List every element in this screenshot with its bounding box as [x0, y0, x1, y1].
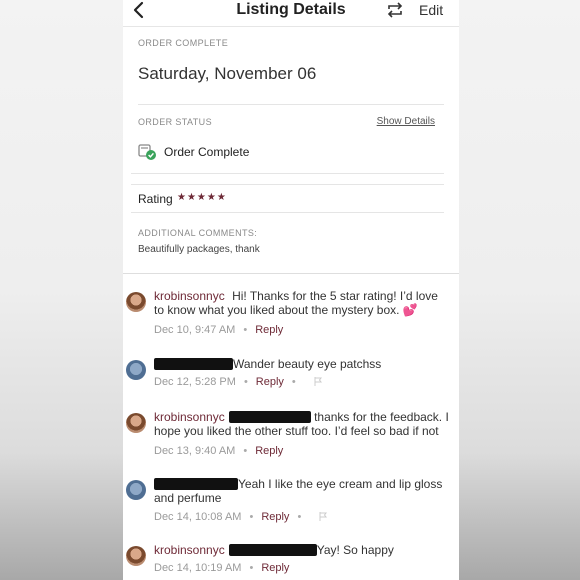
divider: [131, 212, 444, 213]
comment-thread: krobinsonnyc Hi! Thanks for the 5 star r…: [123, 274, 459, 580]
order-status-label: ORDER STATUS: [138, 117, 212, 127]
order-date: Saturday, November 06: [138, 64, 317, 83]
flag-icon[interactable]: [319, 512, 328, 521]
comment-text: krobinsonnyc Hi! Thanks for the 5 star r…: [154, 289, 456, 317]
comment-meta: Dec 13, 9:40 AM • Reply: [154, 445, 283, 457]
comment-line: and perfume: [154, 491, 222, 505]
left-background: [0, 0, 123, 580]
redacted-username: [154, 358, 233, 370]
divider: [138, 104, 444, 105]
phone-screen: Listing Details Edit ORDER COMPLETE Satu…: [123, 0, 459, 580]
avatar[interactable]: [126, 292, 146, 312]
comment-timestamp: Dec 10, 9:47 AM: [154, 324, 236, 336]
redacted-mention: [228, 411, 311, 423]
redacted-username: [154, 478, 238, 490]
comment-line: Hi! Thanks for the 5 star rating! I’d lo…: [232, 289, 438, 303]
comment-line: Yay! So happy: [316, 543, 394, 557]
reply-button[interactable]: Reply: [256, 376, 284, 388]
comment-timestamp: Dec 12, 5:28 PM: [154, 376, 236, 388]
comment-line: hope you liked the other stuff too. I’d …: [154, 424, 439, 438]
reply-button[interactable]: Reply: [261, 562, 289, 574]
separator-dot: •: [249, 562, 254, 574]
comment-username[interactable]: krobinsonnyc: [154, 543, 225, 557]
separator-dot: •: [297, 511, 302, 523]
show-details-link[interactable]: Show Details: [377, 116, 435, 127]
separator-dot: •: [249, 511, 254, 523]
order-details-card: ORDER COMPLETE Saturday, November 06 ORD…: [123, 27, 459, 274]
comment-text: krobinsonnyc thanks for the feedback. I …: [154, 410, 456, 438]
divider: [131, 184, 444, 185]
avatar[interactable]: [126, 360, 146, 380]
separator-dot: •: [291, 376, 296, 388]
comment-timestamp: Dec 13, 9:40 AM: [154, 445, 236, 457]
rating-stars: ★★★★★: [177, 192, 227, 203]
repost-arrows-icon[interactable]: [385, 1, 405, 19]
comment-text: Yeah I like the eye cream and lip gloss …: [154, 477, 456, 505]
separator-dot: •: [243, 376, 248, 388]
right-background: [459, 0, 580, 580]
reply-button[interactable]: Reply: [261, 511, 289, 523]
additional-comments-label: ADDITIONAL COMMENTS:: [138, 228, 258, 238]
comment-meta: Dec 10, 9:47 AM • Reply: [154, 324, 283, 336]
separator-dot: •: [243, 445, 248, 457]
comment-line: thanks for the feedback. I: [314, 410, 449, 424]
order-complete-icon: [138, 144, 156, 160]
comment-meta: Dec 14, 10:08 AM • Reply •: [154, 511, 328, 523]
redacted-mention: [228, 544, 317, 556]
comment-text: Wander beauty eye patchss: [154, 357, 456, 371]
avatar[interactable]: [126, 546, 146, 566]
comment-line: to know what you liked about the mystery…: [154, 303, 400, 317]
reply-button[interactable]: Reply: [255, 324, 283, 336]
separator-dot: •: [243, 324, 248, 336]
edit-button[interactable]: Edit: [419, 2, 443, 18]
comment-username[interactable]: krobinsonnyc: [154, 289, 225, 303]
divider: [131, 173, 444, 174]
comment-line: Wander beauty eye patchss: [233, 357, 382, 371]
avatar[interactable]: [126, 480, 146, 500]
comment-meta: Dec 12, 5:28 PM • Reply •: [154, 376, 322, 388]
heart-emoji: 💕: [402, 303, 418, 317]
additional-comments-text: Beautifully packages, thank: [138, 244, 260, 255]
navigation-bar: Listing Details Edit: [123, 0, 459, 27]
avatar[interactable]: [126, 413, 146, 433]
comment-meta: Dec 14, 10:19 AM • Reply: [154, 562, 289, 574]
comment-timestamp: Dec 14, 10:08 AM: [154, 511, 242, 523]
order-complete-label: ORDER COMPLETE: [138, 38, 229, 48]
page-title: Listing Details: [236, 1, 346, 18]
flag-icon[interactable]: [314, 377, 322, 386]
reply-button[interactable]: Reply: [255, 445, 283, 457]
rating-label: Rating: [138, 192, 173, 206]
order-status-text: Order Complete: [164, 145, 250, 159]
comment-line: Yeah I like the eye cream and lip gloss: [238, 477, 443, 491]
comment-username[interactable]: krobinsonnyc: [154, 410, 225, 424]
comment-text: krobinsonnyc Yay! So happy: [154, 543, 456, 557]
comment-timestamp: Dec 14, 10:19 AM: [154, 562, 242, 574]
